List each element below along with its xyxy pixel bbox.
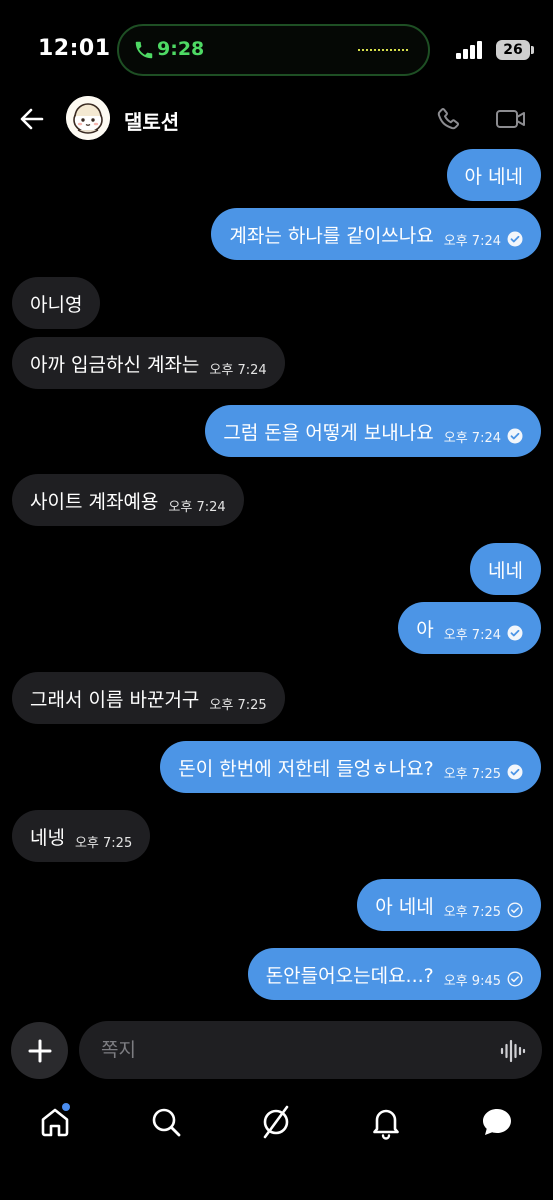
message-time: 오후 7:24 [443, 233, 501, 249]
avatar-illustration [66, 96, 110, 140]
call-duration: 9:28 [157, 38, 205, 60]
active-call-pill[interactable]: 9:28 [117, 24, 430, 76]
notification-dot [62, 1103, 70, 1111]
avatar[interactable] [66, 96, 110, 140]
message-bubble-incoming[interactable]: 아까 입금하신 계좌는 오후 7:24 [12, 337, 285, 389]
plus-icon [28, 1039, 51, 1062]
battery-tip [531, 46, 534, 54]
message-bubble-outgoing[interactable]: 계좌는 하나를 같이쓰나요 오후 7:24 [211, 208, 541, 260]
message-text: 돈이 한번에 저한테 들엉ㅎ나요? [178, 757, 434, 780]
message-bubble-outgoing[interactable]: 그럼 돈을 어떻게 보내나요 오후 7:24 [205, 405, 541, 457]
sent-check-icon [507, 971, 523, 987]
read-check-icon [507, 231, 523, 247]
phone-icon[interactable] [434, 105, 462, 133]
message-text: 아 [416, 618, 434, 641]
message-bubble-incoming[interactable]: 그래서 이름 바꾼거구 오후 7:25 [12, 672, 285, 724]
message-text: 아 네네 [375, 895, 434, 918]
back-arrow-icon[interactable] [18, 105, 46, 133]
message-text: 그래서 이름 바꾼거구 [30, 688, 200, 711]
message-time: 오후 7:25 [74, 835, 133, 851]
cellular-signal-icon [456, 41, 482, 59]
search-icon[interactable] [148, 1104, 184, 1140]
read-check-icon [507, 764, 523, 780]
message-text: 사이트 계좌예용 [30, 490, 159, 513]
read-check-icon [507, 428, 523, 444]
message-text: 아까 입금하신 계좌는 [30, 353, 200, 376]
message-time: 오후 7:25 [209, 697, 267, 713]
message-time: 오후 9:45 [443, 973, 501, 989]
message-bubble-outgoing[interactable]: 돈안들어오는데요...? 오후 9:45 [247, 948, 541, 1000]
message-time: 오후 7:25 [443, 904, 501, 920]
chat-icon[interactable] [479, 1104, 515, 1140]
message-time: 오후 7:24 [168, 499, 226, 515]
message-time: 오후 7:24 [209, 362, 267, 378]
message-time: 오후 7:24 [443, 430, 501, 446]
attach-button[interactable] [11, 1022, 68, 1079]
message-time: 오후 7:25 [443, 766, 501, 782]
message-text: 아 네네 [464, 165, 523, 188]
message-text: 네네 [488, 559, 523, 582]
message-bubble-outgoing[interactable]: 네네 [470, 543, 541, 595]
read-check-icon [507, 625, 523, 641]
status-time: 12:01 [38, 36, 111, 61]
message-bubble-incoming[interactable]: 아니영 [12, 277, 101, 329]
message-text: 돈안들어오는데요...? [265, 964, 434, 987]
message-bubble-outgoing[interactable]: 아 네네 오후 7:25 [357, 879, 541, 931]
message-time: 오후 7:24 [443, 627, 501, 643]
explore-icon[interactable] [258, 1104, 294, 1140]
message-bubble-incoming[interactable]: 네넹 오후 7:25 [12, 810, 151, 862]
notifications-icon[interactable] [368, 1104, 404, 1140]
message-input-placeholder: 쪽지 [101, 1039, 136, 1061]
voice-message-icon[interactable] [500, 1039, 526, 1063]
message-text: 계좌는 하나를 같이쓰나요 [229, 224, 434, 247]
sent-check-icon [507, 902, 523, 918]
message-text: 네넹 [30, 826, 65, 849]
message-bubble-outgoing[interactable]: 아 오후 7:24 [398, 602, 541, 654]
video-camera-icon[interactable] [495, 105, 527, 133]
message-text: 그럼 돈을 어떻게 보내나요 [223, 421, 434, 444]
contact-name[interactable]: 댈토션 [124, 106, 179, 135]
message-bubble-outgoing[interactable]: 돈이 한번에 저한테 들엉ㅎ나요? 오후 7:25 [160, 741, 541, 793]
phone-call-icon [135, 41, 153, 59]
message-bubble-outgoing[interactable]: 아 네네 [446, 149, 541, 201]
battery-indicator: 26 [496, 40, 530, 60]
audio-wave-icon [358, 49, 408, 51]
message-bubble-incoming[interactable]: 사이트 계좌예용 오후 7:24 [12, 474, 244, 526]
message-input[interactable]: 쪽지 [79, 1021, 542, 1079]
message-text: 아니영 [30, 293, 83, 316]
